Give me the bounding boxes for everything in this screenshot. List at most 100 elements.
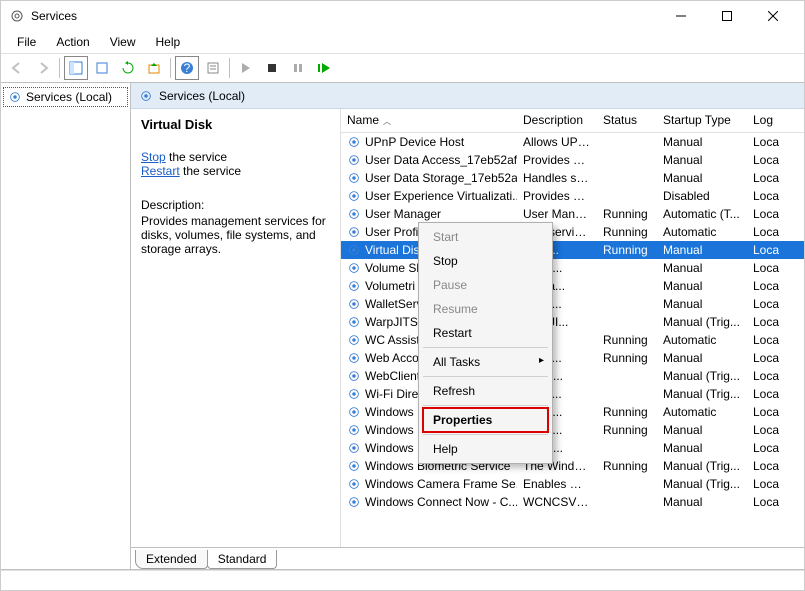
service-startup-cell: Manual (Trig... [657,459,747,473]
service-row[interactable]: UPnP Device Host Allows UPn... ManualLoca [341,133,804,151]
tabs-row: Extended Standard [131,547,804,569]
ctx-help[interactable]: Help [419,437,552,461]
gear-icon [347,261,361,275]
ctx-all-tasks[interactable]: All Tasks [419,350,552,374]
service-row[interactable]: User Data Storage_17eb52afHandles sto...… [341,169,804,187]
service-row[interactable]: Wi-Fi Direes co...Manual (Trig...Loca [341,385,804,403]
service-desc-cell: Provides su... [517,189,597,203]
gear-icon [347,387,361,401]
service-row[interactable]: User ManagerUser Manag...RunningAutomati… [341,205,804,223]
service-row[interactable]: WC Assistare ...RunningAutomaticLoca [341,331,804,349]
service-logon-cell: Loca [747,387,787,401]
service-row[interactable]: Volume Shes an...ManualLoca [341,259,804,277]
ctx-separator [423,434,548,435]
gear-icon [347,315,361,329]
toolbar-separator [59,58,60,78]
service-row[interactable]: User Profile ServiceThis service ...Runn… [341,223,804,241]
service-row[interactable]: Windows Connect Now - C...WCNCSVC ...Man… [341,493,804,511]
menu-view[interactable]: View [102,33,144,51]
tree-item-services-local[interactable]: Services (Local) [3,87,128,107]
header-band: Services (Local) [131,83,804,109]
service-name-cell: UPnP Device Host [365,135,464,149]
column-header-logon[interactable]: Log [747,109,787,132]
service-name-cell: WebClient [365,369,420,383]
service-row[interactable]: Windows Biometric ServiceThe Windo...Run… [341,457,804,475]
service-logon-cell: Loca [747,459,787,473]
gear-icon [347,171,361,185]
restart-service-link[interactable]: Restart [141,164,180,178]
service-row[interactable]: User Data Access_17eb52afProvides ap...M… [341,151,804,169]
tab-extended[interactable]: Extended [135,550,208,569]
ctx-properties[interactable]: Properties [422,407,549,433]
service-row[interactable]: Virtual Diskes m...RunningManualLoca [341,241,804,259]
gear-icon [347,297,361,311]
service-name-cell: Virtual Disk [365,243,425,257]
service-status-cell: Running [597,333,657,347]
service-row[interactable]: User Experience Virtualizati...Provides … [341,187,804,205]
gear-icon [347,153,361,167]
restart-link-row: Restart the service [141,164,330,178]
pause-service-button [286,56,310,80]
tab-standard[interactable]: Standard [207,550,278,569]
restart-service-button[interactable] [312,56,336,80]
menu-action[interactable]: Action [48,33,97,51]
menu-bar: File Action View Help [1,31,804,53]
properties-toolbar-button[interactable] [201,56,225,80]
service-desc-cell: Allows UPn... [517,135,597,149]
toolbar-separator [229,58,230,78]
service-logon-cell: Loca [747,405,787,419]
service-name-cell: Web Acco [365,351,419,365]
service-desc-cell: Enables mul... [517,477,597,491]
stop-service-link[interactable]: Stop [141,150,166,164]
service-row[interactable]: Windows Camera Frame Se...Enables mul...… [341,475,804,493]
service-row[interactable]: WebClients Win...Manual (Trig...Loca [341,367,804,385]
service-status-cell: Running [597,225,657,239]
column-header-startup[interactable]: Startup Type [657,109,747,132]
refresh-button[interactable] [116,56,140,80]
export-list-button[interactable] [90,56,114,80]
gear-icon [347,207,361,221]
service-row[interactable]: Windowses au...RunningAutomaticLoca [341,403,804,421]
minimize-button[interactable] [658,1,704,31]
service-logon-cell: Loca [747,261,787,275]
menu-help[interactable]: Help [148,33,189,51]
service-startup-cell: Disabled [657,189,747,203]
service-logon-cell: Loca [747,297,787,311]
service-row[interactable]: WalletServobjec...ManualLoca [341,295,804,313]
service-status-cell: Running [597,459,657,473]
stop-service-button[interactable] [260,56,284,80]
service-row[interactable]: WarpJITSves a JI...Manual (Trig...Loca [341,313,804,331]
gear-icon [347,459,361,473]
list-body[interactable]: UPnP Device HostAllows UPn...ManualLocaU… [341,133,804,547]
menu-file[interactable]: File [9,33,44,51]
service-startup-cell: Manual [657,135,747,149]
context-menu: Start Stop Pause Resume Restart All Task… [418,222,553,464]
help-button[interactable]: ? [175,56,199,80]
ctx-refresh[interactable]: Refresh [419,379,552,403]
service-name-cell: WC Assist [365,333,420,347]
ctx-start: Start [419,225,552,249]
service-row[interactable]: Windowses Wi...ManualLoca [341,439,804,457]
service-desc-cell: Handles sto... [517,171,597,185]
close-button[interactable] [750,1,796,31]
detail-pane: Virtual Disk Stop the service Restart th… [131,109,341,547]
service-logon-cell: Loca [747,423,787,437]
ctx-stop[interactable]: Stop [419,249,552,273]
service-logon-cell: Loca [747,135,787,149]
column-header-name[interactable]: Name︿ [341,109,517,132]
tree-pane: Services (Local) [1,83,131,569]
show-hide-tree-button[interactable] [64,56,88,80]
service-list: Name︿ Description Status Startup Type Lo… [341,109,804,547]
maximize-button[interactable] [704,1,750,31]
service-row[interactable]: Windowses au...RunningManualLoca [341,421,804,439]
right-pane: Services (Local) Virtual Disk Stop the s… [131,83,804,569]
service-row[interactable]: Web Accorvice ...RunningManualLoca [341,349,804,367]
service-logon-cell: Loca [747,189,787,203]
service-row[interactable]: Volumetrispatia...ManualLoca [341,277,804,295]
column-header-status[interactable]: Status [597,109,657,132]
column-header-description[interactable]: Description [517,109,597,132]
ctx-restart[interactable]: Restart [419,321,552,345]
ctx-resume: Resume [419,297,552,321]
services-app-icon [9,8,25,24]
export-button[interactable] [142,56,166,80]
